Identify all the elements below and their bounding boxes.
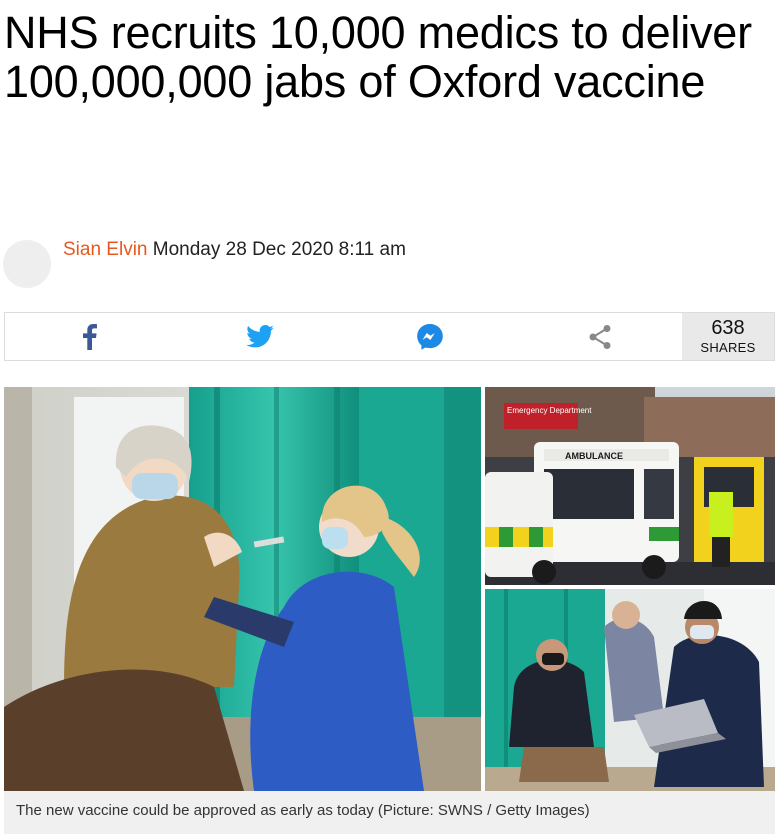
ambulance-photo: Emergency Department AMBULANCE bbox=[485, 387, 775, 585]
emergency-sign: Emergency Department bbox=[507, 406, 592, 415]
twitter-share-button[interactable] bbox=[175, 313, 345, 360]
author-link[interactable]: Sian Elvin bbox=[63, 239, 148, 260]
facebook-share-button[interactable] bbox=[5, 313, 175, 360]
share-bar: 638 SHARES bbox=[4, 312, 775, 361]
article-headline: NHS recruits 10,000 medics to deliver 10… bbox=[4, 7, 752, 107]
facebook-icon bbox=[83, 323, 97, 350]
share-icon bbox=[589, 324, 611, 349]
twitter-icon bbox=[246, 325, 274, 348]
clinic-photo bbox=[485, 589, 775, 791]
messenger-share-button[interactable] bbox=[345, 313, 515, 360]
vaccination-photo-main bbox=[4, 387, 481, 791]
hero-image-collage: Emergency Department AMBULANCE bbox=[4, 387, 775, 791]
generic-share-button[interactable] bbox=[515, 313, 685, 360]
byline-text: Sian Elvin Monday 28 Dec 2020 8:11 am bbox=[63, 238, 406, 262]
ambulance-sign: AMBULANCE bbox=[565, 451, 623, 461]
collage-divider bbox=[485, 585, 775, 589]
share-count-number: 638 bbox=[711, 317, 745, 339]
share-count-label: SHARES bbox=[700, 340, 756, 355]
image-caption: The new vaccine could be approved as ear… bbox=[4, 791, 775, 834]
collage-divider bbox=[481, 387, 485, 791]
share-count: 638 SHARES bbox=[682, 313, 774, 360]
collage-svg: Emergency Department AMBULANCE bbox=[4, 387, 775, 791]
publish-date: Monday 28 Dec 2020 8:11 am bbox=[152, 239, 406, 260]
author-avatar[interactable] bbox=[3, 240, 51, 288]
byline: Sian Elvin Monday 28 Dec 2020 8:11 am bbox=[3, 238, 763, 290]
messenger-icon bbox=[417, 323, 443, 350]
